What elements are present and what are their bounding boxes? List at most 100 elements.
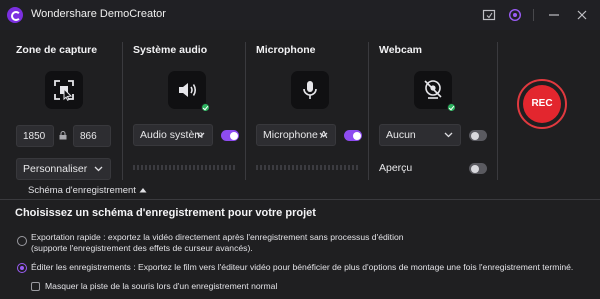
capture-area-button[interactable]: [45, 71, 83, 109]
level-meter-segment: [320, 165, 322, 170]
level-meter-segment: [173, 165, 175, 170]
level-meter-segment: [233, 165, 235, 170]
level-meter-segment: [268, 165, 270, 170]
quick-export-label: Exportation rapide : exportez la vidéo d…: [31, 232, 404, 242]
capture-height-input[interactable]: [73, 125, 111, 147]
column-divider: [245, 42, 246, 180]
level-meter-segment: [276, 165, 278, 170]
level-meter-segment: [292, 165, 294, 170]
system-audio-dropdown[interactable]: Audio systèm: [133, 124, 213, 146]
level-meter-segment: [229, 165, 231, 170]
level-meter-segment: [197, 165, 199, 170]
level-meter-segment: [193, 165, 195, 170]
system-audio-button[interactable]: [168, 71, 210, 112]
minimize-icon[interactable]: [546, 7, 562, 23]
level-meter-segment: [169, 165, 171, 170]
level-meter-segment: [209, 165, 211, 170]
chevron-down-icon: [319, 125, 329, 145]
close-icon[interactable]: [574, 7, 590, 23]
microphone-dropdown[interactable]: Microphone A: [256, 124, 336, 146]
level-meter-segment: [165, 165, 167, 170]
level-meter-segment: [284, 165, 286, 170]
toggle-knob: [229, 131, 238, 140]
level-meter-segment: [272, 165, 274, 170]
recording-scheme-tab[interactable]: Schéma d'enregistrement: [28, 185, 136, 196]
webcam-button[interactable]: [414, 71, 456, 112]
chevron-down-icon: [94, 159, 104, 179]
level-meter-segment: [352, 165, 354, 170]
hide-mouse-checkbox[interactable]: [31, 282, 40, 291]
level-meter-segment: [153, 165, 155, 170]
level-meter-segment: [312, 165, 314, 170]
level-meter-segment: [145, 165, 147, 170]
level-meter-segment: [201, 165, 203, 170]
level-meter-segment: [133, 165, 135, 170]
record-button-ring: REC: [517, 79, 567, 129]
titlebar-divider: [533, 9, 534, 21]
level-meter-segment: [141, 165, 143, 170]
level-meter-segment: [256, 165, 258, 170]
level-meter-segment: [189, 165, 191, 170]
app-title: Wondershare DemoCreator: [31, 8, 166, 20]
microphone-button[interactable]: [291, 71, 329, 109]
record-button[interactable]: REC: [523, 85, 561, 123]
level-meter-segment: [336, 165, 338, 170]
status-ok-badge: [447, 103, 456, 112]
level-meter-segment: [161, 165, 163, 170]
level-meter-segment: [300, 165, 302, 170]
level-meter-segment: [213, 165, 215, 170]
title-bar: Wondershare DemoCreator: [0, 0, 600, 30]
level-meter-segment: [260, 165, 262, 170]
webcam-off-icon: [424, 80, 442, 99]
level-meter-segment: [288, 165, 290, 170]
level-meter-segment: [356, 165, 358, 170]
level-meter-segment: [225, 165, 227, 170]
level-meter-segment: [328, 165, 330, 170]
edit-recordings-label: Éditer les enregistrements : Exportez le…: [31, 262, 574, 272]
column-divider: [122, 42, 123, 180]
status-ok-badge: [201, 103, 210, 112]
webcam-dropdown[interactable]: Aucun: [379, 124, 461, 146]
caret-up-icon[interactable]: [139, 187, 147, 193]
screenshot-icon[interactable]: [481, 7, 497, 23]
speaker-icon: [179, 83, 197, 97]
level-meter-segment: [157, 165, 159, 170]
democreator-logo-icon: [7, 7, 23, 23]
level-meter-segment: [264, 165, 266, 170]
webcam-label: Webcam: [379, 44, 422, 56]
preview-toggle[interactable]: [469, 163, 487, 174]
level-meter-segment: [181, 165, 183, 170]
toggle-knob: [352, 131, 361, 140]
toggle-knob: [470, 131, 479, 140]
level-meter-segment: [304, 165, 306, 170]
level-meter-segment: [177, 165, 179, 170]
webcam-toggle[interactable]: [469, 130, 487, 141]
level-meter-segment: [217, 165, 219, 170]
level-meter-segment: [185, 165, 187, 170]
preview-label: Aperçu: [379, 162, 413, 174]
level-meter-segment: [344, 165, 346, 170]
level-meter-segment: [137, 165, 139, 170]
capture-preset-dropdown[interactable]: Personnaliser: [16, 158, 111, 180]
capture-area-label: Zone de capture: [16, 44, 98, 56]
level-meter-segment: [221, 165, 223, 170]
settings-icon[interactable]: [507, 7, 523, 23]
column-divider: [368, 42, 369, 180]
capture-width-input[interactable]: [16, 125, 54, 147]
scheme-heading: Choisissez un schéma d'enregistrement po…: [15, 207, 316, 219]
level-meter-segment: [332, 165, 334, 170]
microphone-toggle[interactable]: [344, 130, 362, 141]
edit-recordings-radio[interactable]: [17, 263, 27, 273]
chevron-down-icon: [196, 125, 206, 145]
capture-area-icon: [54, 80, 74, 101]
level-meter-segment: [316, 165, 318, 170]
microphone-level-meter: [256, 165, 360, 170]
level-meter-segment: [205, 165, 207, 170]
level-meter-segment: [308, 165, 310, 170]
hide-mouse-label: Masquer la piste de la souris lors d'un …: [45, 281, 278, 291]
lock-icon[interactable]: [59, 131, 67, 140]
quick-export-radio[interactable]: [17, 236, 27, 246]
quick-export-note: (supporte l'enregistrement des effets de…: [31, 243, 253, 253]
system-audio-toggle[interactable]: [221, 130, 239, 141]
level-meter-segment: [340, 165, 342, 170]
